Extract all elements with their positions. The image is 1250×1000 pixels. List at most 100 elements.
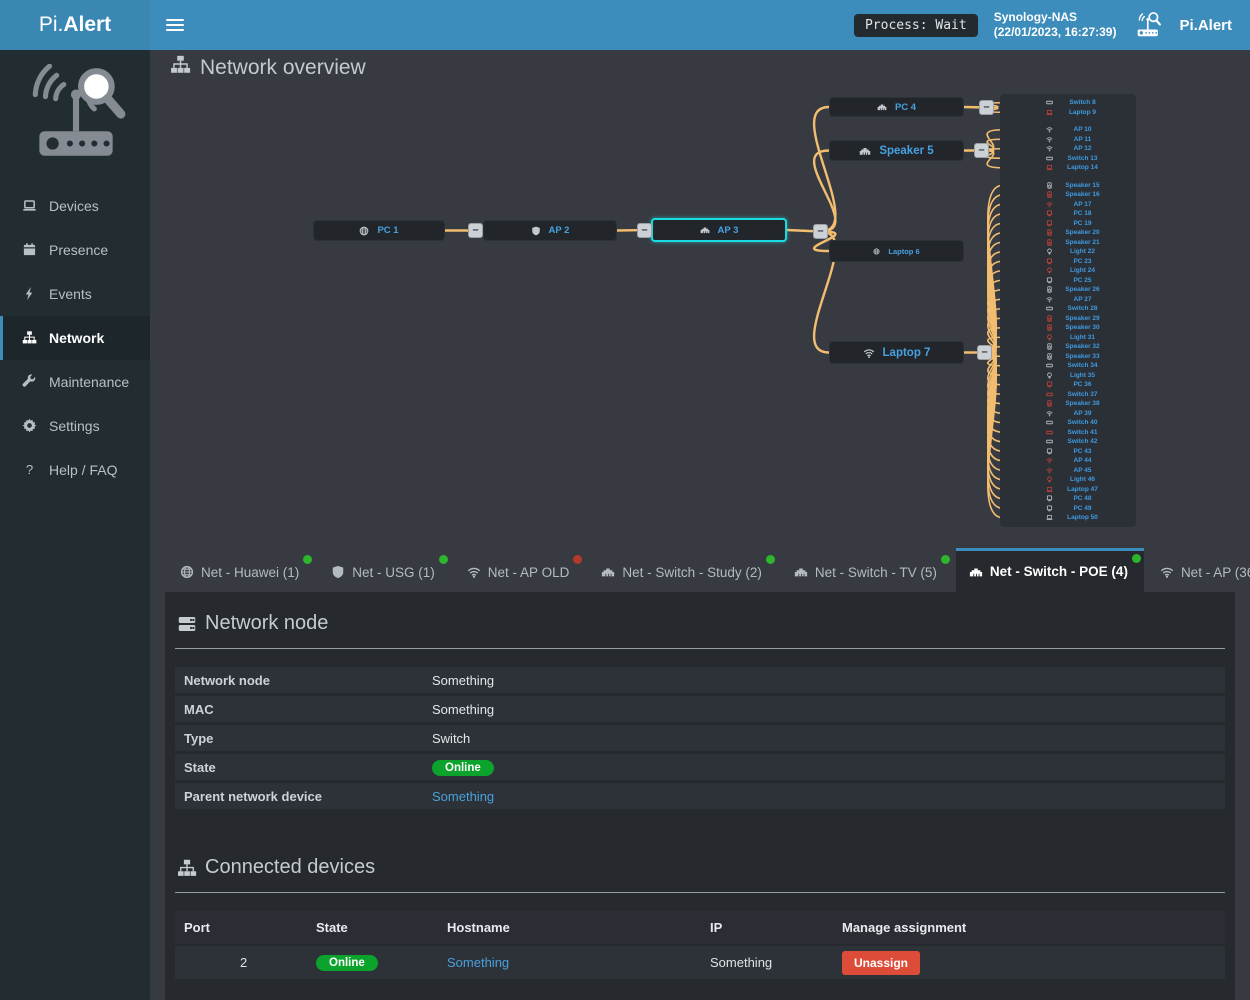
device-item-pc-23[interactable]: PC 23 — [1000, 257, 1136, 267]
sidebar-item-help-faq[interactable]: ?Help / FAQ — [0, 448, 150, 492]
tab-label: Net - Switch - TV (5) — [815, 565, 937, 580]
device-item-laptop-47[interactable]: Laptop 47 — [1000, 485, 1136, 495]
device-item-light-22[interactable]: Light 22 — [1000, 247, 1136, 257]
sidebar-item-network[interactable]: Network — [0, 316, 150, 360]
unassign-button[interactable]: Unassign — [842, 951, 920, 975]
hamburger-menu-icon[interactable] — [166, 16, 184, 34]
device-item-laptop-14[interactable]: Laptop 14 — [1000, 163, 1136, 173]
tab-net-ap-36[interactable]: Net - AP (36) — [1147, 552, 1250, 592]
ethernet-icon — [859, 145, 871, 157]
device-item-speaker-33[interactable]: Speaker 33 — [1000, 352, 1136, 362]
tab-net-switch-study-2[interactable]: Net - Switch - Study (2) — [588, 552, 778, 592]
device-item-laptop-9[interactable]: Laptop 9 — [1000, 108, 1136, 118]
tab-net-switch-poe-4[interactable]: Net - Switch - POE (4) — [956, 548, 1144, 592]
detail-value: Something — [432, 673, 494, 688]
ethernet-icon — [700, 225, 710, 235]
device-item-switch-34[interactable]: Switch 34 — [1000, 361, 1136, 371]
parent-device-link[interactable]: Something — [432, 789, 494, 804]
device-item-speaker-16[interactable]: Speaker 16 — [1000, 190, 1136, 200]
tab-label: Net - USG (1) — [352, 565, 435, 580]
sidebar-item-settings[interactable]: Settings — [0, 404, 150, 448]
sidebar-item-label: Settings — [49, 418, 100, 434]
device-item-switch-13[interactable]: Switch 13 — [1000, 154, 1136, 164]
device-item-speaker-38[interactable]: Speaker 38 — [1000, 399, 1136, 409]
sidebar-item-label: Events — [49, 286, 92, 302]
switch-icon — [1046, 305, 1053, 312]
device-item-ap-44[interactable]: AP 44 — [1000, 456, 1136, 466]
device-item-pc-25[interactable]: PC 25 — [1000, 276, 1136, 286]
collapse-button[interactable]: – — [637, 223, 652, 238]
device-item-ap-10[interactable]: AP 10 — [1000, 125, 1136, 135]
sitemap-icon — [22, 330, 38, 346]
device-item-speaker-30[interactable]: Speaker 30 — [1000, 323, 1136, 333]
device-item-switch-42[interactable]: Switch 42 — [1000, 437, 1136, 447]
device-item-ap-11[interactable]: AP 11 — [1000, 135, 1136, 145]
device-item-ap-39[interactable]: AP 39 — [1000, 409, 1136, 419]
globe-icon — [359, 226, 369, 236]
device-item-speaker-15[interactable]: Speaker 15 — [1000, 181, 1136, 191]
device-label: PC 48 — [1053, 495, 1136, 502]
sidebar-item-maintenance[interactable]: Maintenance — [0, 360, 150, 404]
device-item-switch-40[interactable]: Switch 40 — [1000, 418, 1136, 428]
device-item-speaker-20[interactable]: Speaker 20 — [1000, 228, 1136, 238]
hostname-link[interactable]: Something — [447, 955, 710, 970]
device-item-laptop-50[interactable]: Laptop 50 — [1000, 513, 1136, 523]
device-label: PC 23 — [1053, 258, 1136, 265]
diagram-node-pc-4[interactable]: PC 4 — [829, 97, 964, 117]
ethernet-icon — [794, 565, 808, 579]
device-item-switch-28[interactable]: Switch 28 — [1000, 304, 1136, 314]
navbar-right: Process: Wait Synology-NAS (22/01/2023, … — [854, 10, 1232, 40]
device-item-switch-41[interactable]: Switch 41 — [1000, 428, 1136, 438]
device-label: Speaker 38 — [1053, 400, 1136, 407]
device-item-light-31[interactable]: Light 31 — [1000, 333, 1136, 343]
device-item-ap-45[interactable]: AP 45 — [1000, 466, 1136, 476]
device-item-pc-48[interactable]: PC 48 — [1000, 494, 1136, 504]
app-brand[interactable]: Pi.Alert — [0, 0, 150, 50]
collapse-button[interactable]: – — [979, 100, 994, 115]
collapse-button[interactable]: – — [468, 223, 483, 238]
device-item-speaker-32[interactable]: Speaker 32 — [1000, 342, 1136, 352]
status-dot-green — [766, 555, 775, 564]
diagram-node-laptop-6[interactable]: Laptop 6 — [829, 240, 964, 262]
collapse-button[interactable]: – — [974, 143, 989, 158]
tab-net-ap-old[interactable]: Net - AP OLD — [454, 552, 586, 592]
device-item-light-24[interactable]: Light 24 — [1000, 266, 1136, 276]
device-item-pc-36[interactable]: PC 36 — [1000, 380, 1136, 390]
device-item-light-35[interactable]: Light 35 — [1000, 371, 1136, 381]
tab-net-huawei-1[interactable]: Net - Huawei (1) — [167, 552, 315, 592]
light-icon — [1046, 372, 1053, 379]
tab-net-switch-tv-5[interactable]: Net - Switch - TV (5) — [781, 552, 953, 592]
collapse-button[interactable]: – — [813, 224, 828, 239]
device-item-pc-18[interactable]: PC 18 — [1000, 209, 1136, 219]
collapse-button[interactable]: – — [977, 345, 992, 360]
device-item-speaker-21[interactable]: Speaker 21 — [1000, 238, 1136, 248]
diagram-node-pc-1[interactable]: PC 1 — [313, 220, 445, 241]
device-label: Speaker 21 — [1053, 239, 1136, 246]
device-item-switch-8[interactable]: Switch 8 — [1000, 98, 1136, 108]
sidebar-item-presence[interactable]: Presence — [0, 228, 150, 272]
diagram-node-laptop-7[interactable]: Laptop 7 — [829, 341, 964, 364]
tab-label: Net - Huawei (1) — [201, 565, 299, 580]
sidebar-item-events[interactable]: Events — [0, 272, 150, 316]
sidebar-item-devices[interactable]: Devices — [0, 184, 150, 228]
column-header-port: Port — [184, 920, 316, 935]
device-item-switch-37[interactable]: Switch 37 — [1000, 390, 1136, 400]
device-item-pc-43[interactable]: PC 43 — [1000, 447, 1136, 457]
laptop-icon — [1046, 164, 1053, 171]
device-item-ap-17[interactable]: AP 17 — [1000, 200, 1136, 210]
device-item-ap-12[interactable]: AP 12 — [1000, 144, 1136, 154]
device-item-speaker-29[interactable]: Speaker 29 — [1000, 314, 1136, 324]
diagram-node-ap-3[interactable]: AP 3 — [651, 218, 787, 242]
device-item-pc-49[interactable]: PC 49 — [1000, 504, 1136, 514]
laptop-icon — [22, 198, 38, 214]
tab-net-usg-1[interactable]: Net - USG (1) — [318, 552, 451, 592]
sidebar-item-label: Maintenance — [49, 374, 129, 390]
device-item-pc-19[interactable]: PC 19 — [1000, 219, 1136, 229]
diagram-node-ap-2[interactable]: AP 2 — [483, 220, 617, 241]
pialert-logo — [0, 50, 150, 176]
device-item-speaker-26[interactable]: Speaker 26 — [1000, 285, 1136, 295]
diagram-node-speaker-5[interactable]: Speaker 5 — [829, 140, 964, 161]
status-dot-green — [1132, 554, 1141, 563]
device-item-ap-27[interactable]: AP 27 — [1000, 295, 1136, 305]
device-item-light-46[interactable]: Light 46 — [1000, 475, 1136, 485]
